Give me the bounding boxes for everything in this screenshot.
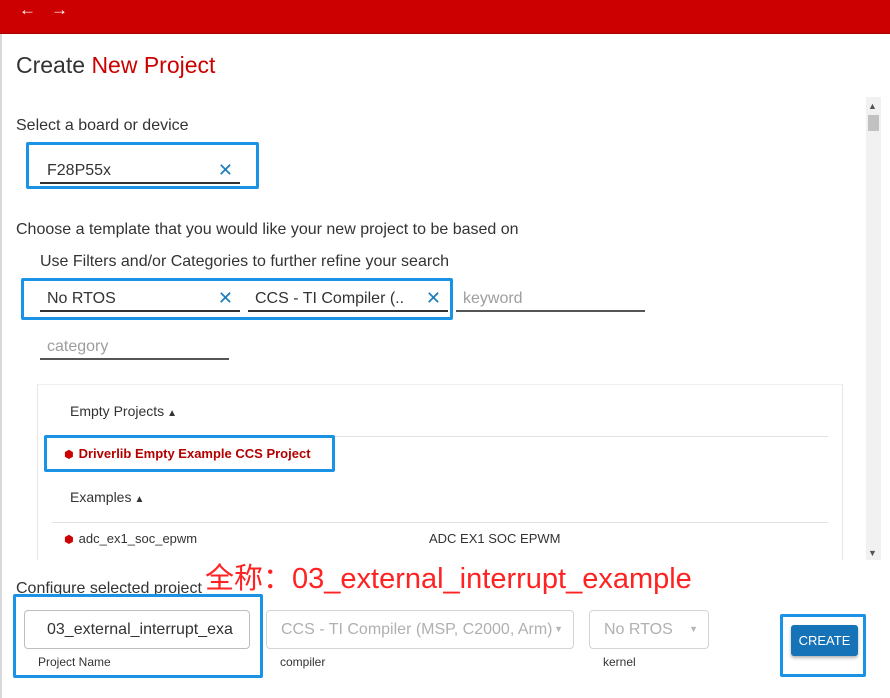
scroll-up-icon[interactable]: ▲ [868, 101, 877, 111]
chevron-down-icon: ▼ [554, 624, 563, 634]
example-row[interactable]: ⬢ adc_ex1_soc_epwm [64, 531, 197, 546]
compiler-filter-value: CCS - TI Compiler (... [255, 290, 405, 307]
selected-project-name: Driverlib Empty Example CCS Project [78, 446, 311, 461]
project-cube-icon: ⬢ [64, 449, 74, 461]
category-input[interactable]: category [40, 336, 229, 360]
template-label: Choose a template that you would like yo… [16, 221, 519, 238]
example-name: adc_ex1_soc_epwm [78, 531, 198, 546]
examples-header[interactable]: Examples ▲ [70, 489, 144, 505]
back-arrow-icon[interactable]: ← [19, 1, 36, 19]
compiler-filter-field[interactable]: CCS - TI Compiler (... ✕ [248, 288, 448, 312]
chevron-down-icon: ▼ [689, 624, 698, 634]
selected-project-row[interactable]: ⬢ Driverlib Empty Example CCS Project [64, 446, 311, 461]
page-title: Create New Project [16, 52, 215, 79]
board-select-label: Select a board or device [16, 117, 189, 134]
annotation-overlay-text: 全称：03_external_interrupt_example [205, 563, 692, 595]
scroll-thumb[interactable] [868, 115, 879, 131]
example-description: ADC EX1 SOC EPWM [429, 531, 561, 546]
app-titlebar: ← → [0, 0, 890, 34]
filter-label: Use Filters and/or Categories to further… [40, 253, 450, 270]
compiler-filter-clear-icon[interactable]: ✕ [426, 288, 441, 308]
collapse-caret-icon: ▲ [134, 494, 145, 505]
forward-arrow-icon[interactable]: → [51, 1, 68, 19]
list-divider [52, 522, 828, 523]
keyword-input[interactable]: keyword [456, 288, 645, 312]
kernel-select[interactable]: No RTOS ▼ [589, 610, 709, 649]
board-field-value: F28P55x [47, 162, 112, 179]
keyword-placeholder: keyword [463, 290, 523, 307]
kernel-select-value: No RTOS [604, 621, 673, 638]
compiler-select-value: CCS - TI Compiler (MSP, C2000, Arm) [281, 621, 553, 638]
compiler-label: compiler [280, 655, 326, 669]
examples-header-label: Examples [70, 489, 132, 505]
rtos-filter-field[interactable]: No RTOS ✕ [40, 288, 240, 312]
project-name-label: Project Name [38, 655, 111, 669]
empty-projects-header[interactable]: Empty Projects ▲ [70, 403, 177, 419]
category-placeholder: category [47, 338, 109, 355]
collapse-caret-icon: ▲ [167, 408, 178, 419]
kernel-label: kernel [603, 655, 636, 669]
page-title-prefix: Create [16, 52, 86, 78]
create-button[interactable]: CREATE [791, 625, 858, 656]
project-cube-icon: ⬢ [64, 534, 74, 546]
empty-projects-header-label: Empty Projects [70, 403, 165, 419]
project-name-input[interactable]: 03_external_interrupt_exa [24, 610, 250, 649]
page-title-accent: New Project [91, 52, 216, 78]
board-field[interactable]: F28P55x ✕ [40, 160, 240, 184]
scroll-down-icon[interactable]: ▼ [868, 548, 877, 558]
scrollbar[interactable]: ▲ ▼ [866, 97, 881, 560]
board-clear-icon[interactable]: ✕ [218, 160, 233, 180]
compiler-select[interactable]: CCS - TI Compiler (MSP, C2000, Arm) ▼ [266, 610, 574, 649]
rtos-filter-value: No RTOS [47, 290, 116, 307]
rtos-filter-clear-icon[interactable]: ✕ [218, 288, 233, 308]
